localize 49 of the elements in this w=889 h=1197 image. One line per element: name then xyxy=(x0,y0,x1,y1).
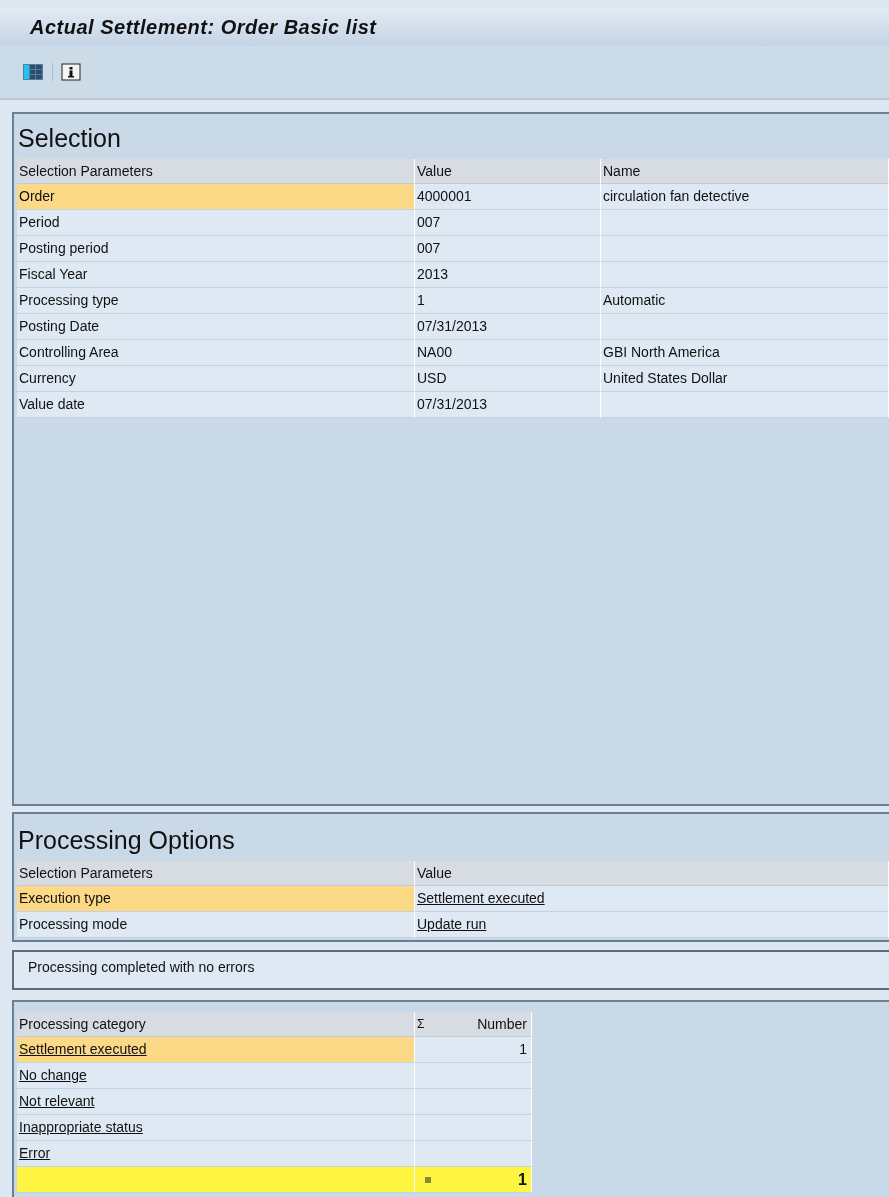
table-cell: Processing type xyxy=(17,288,415,314)
table-cell: USD xyxy=(415,366,601,392)
total-marker-icon xyxy=(425,1176,431,1183)
value-link[interactable]: Update run xyxy=(417,916,487,932)
table-cell: Execution type xyxy=(17,886,415,912)
table-cell: 2013 xyxy=(415,262,601,288)
table-cell: Fiscal Year xyxy=(17,262,415,288)
table-cell: Posting Date xyxy=(17,314,415,340)
table-cell: United States Dollar xyxy=(601,366,889,392)
table-cell: Period xyxy=(17,210,415,236)
status-message: Processing completed with no errors xyxy=(28,959,255,975)
column-header[interactable]: Value xyxy=(415,159,601,184)
column-header[interactable]: Processing category xyxy=(17,1012,415,1037)
category-link[interactable]: Inappropriate status xyxy=(19,1119,143,1135)
column-header[interactable]: Σ Number xyxy=(415,1012,532,1037)
layout-grid-icon[interactable] xyxy=(22,63,44,81)
table-cell: 4000001 xyxy=(415,184,601,210)
table-cell: 07/31/2013 xyxy=(415,314,601,340)
column-label: Number xyxy=(477,1015,527,1034)
table-cell: 07/31/2013 xyxy=(415,392,601,418)
window-title: Actual Settlement: Order Basic list xyxy=(30,15,377,39)
category-link[interactable]: Error xyxy=(19,1145,51,1161)
table-cell: Currency xyxy=(17,366,415,392)
table-cell: 007 xyxy=(415,210,601,236)
panel-title: Processing Options xyxy=(17,825,236,856)
table-cell: 007 xyxy=(415,236,601,262)
table-cell: circulation fan detective xyxy=(601,184,889,210)
table-cell: Processing mode xyxy=(17,912,415,938)
value-link[interactable]: Settlement executed xyxy=(417,890,545,906)
table-cell: 1 xyxy=(415,288,601,314)
column-header[interactable]: Value xyxy=(415,861,889,886)
info-icon[interactable] xyxy=(61,63,81,81)
sum-symbol: Σ xyxy=(417,1016,425,1033)
total-cell: 1 xyxy=(415,1167,532,1193)
table-cell: Order xyxy=(17,184,415,210)
category-link[interactable]: Not relevant xyxy=(19,1093,95,1109)
column-header[interactable]: Name xyxy=(601,159,889,184)
category-link[interactable]: No change xyxy=(19,1067,87,1083)
table-cell: Automatic xyxy=(601,288,889,314)
table-cell: Posting period xyxy=(17,236,415,262)
table-cell: Controlling Area xyxy=(17,340,415,366)
table-cell: NA00 xyxy=(415,340,601,366)
table-cell: Value date xyxy=(17,392,415,418)
number-cell: 1 xyxy=(415,1037,532,1063)
category-link[interactable]: Settlement executed xyxy=(19,1041,147,1057)
panel-title: Selection xyxy=(17,123,122,154)
column-header[interactable]: Selection Parameters xyxy=(17,861,415,886)
column-header[interactable]: Selection Parameters xyxy=(17,159,415,184)
table-cell: GBI North America xyxy=(601,340,889,366)
